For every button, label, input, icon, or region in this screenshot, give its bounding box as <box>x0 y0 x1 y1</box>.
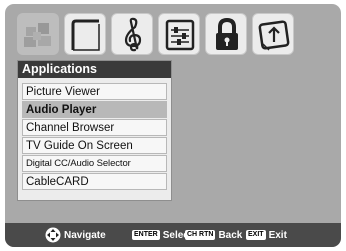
applications-menu: Applications Picture Viewer Audio Player… <box>17 60 172 201</box>
lock-icon <box>216 17 238 50</box>
navigate-label: Navigate <box>64 229 106 241</box>
puzzle-icon <box>24 23 51 47</box>
tv-menu-screen: Applications Picture Viewer Audio Player… <box>5 4 341 247</box>
tab-locks[interactable] <box>205 13 247 55</box>
button-hint-bar: Navigate ENTER Select CH RTN Back EXIT E… <box>5 223 341 247</box>
tab-applications[interactable] <box>17 13 59 55</box>
menu-item-picture-viewer[interactable]: Picture Viewer <box>22 83 167 100</box>
picture-icon <box>71 19 100 51</box>
back-hint: CH RTN Back <box>185 223 242 247</box>
exit-hint: EXIT Exit <box>246 223 287 247</box>
tab-sound[interactable] <box>111 13 153 55</box>
select-hint: ENTER Select <box>132 223 192 247</box>
tab-installation[interactable] <box>252 13 294 55</box>
menu-item-audio-player[interactable]: Audio Player <box>22 101 167 118</box>
menu-title: Applications <box>18 61 171 78</box>
menu-item-cablecard[interactable]: CableCARD <box>22 173 167 190</box>
enter-key-icon: ENTER <box>132 230 160 240</box>
tab-setup[interactable] <box>158 13 200 55</box>
navigate-hint: Navigate <box>45 223 106 247</box>
exit-label: Exit <box>268 229 287 241</box>
menu-item-channel-browser[interactable]: Channel Browser <box>22 119 167 136</box>
tab-picture[interactable] <box>64 13 106 55</box>
back-label: Back <box>218 229 243 241</box>
exit-key-icon: EXIT <box>246 230 266 240</box>
install-icon <box>258 20 290 51</box>
treble-clef-icon <box>124 17 142 52</box>
menu-list: Picture Viewer Audio Player Channel Brow… <box>22 83 167 191</box>
settings-sliders-icon <box>165 19 195 51</box>
ch-rtn-key-icon: CH RTN <box>185 230 216 240</box>
directional-pad-icon <box>45 227 61 243</box>
menu-item-digital-cc-audio-selector[interactable]: Digital CC/Audio Selector <box>22 155 167 172</box>
menu-item-tv-guide[interactable]: TV Guide On Screen <box>22 137 167 154</box>
